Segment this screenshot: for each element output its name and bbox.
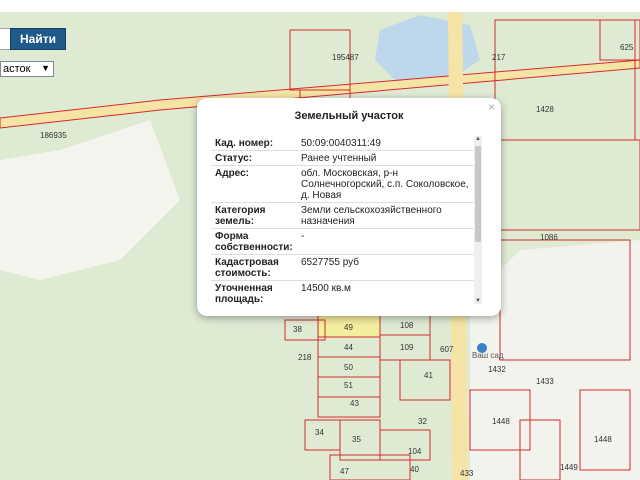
row-label: Адрес: <box>215 168 249 179</box>
scroll-down-icon[interactable]: ▼ <box>474 298 482 304</box>
row-label: Статус: <box>215 153 253 164</box>
parcel-number: 625 <box>620 43 634 52</box>
parcel-number: 607 <box>440 345 454 354</box>
parcel-number: 217 <box>492 53 506 62</box>
row-label: Категория земель: <box>215 205 266 227</box>
row-value: 6527755 руб <box>301 257 359 268</box>
parcel-number: 1428 <box>536 105 554 114</box>
table-row: Статус: Ранее учтенный <box>211 151 477 166</box>
row-value: 50:09:0040311:49 <box>301 138 381 149</box>
scrollbar-thumb[interactable] <box>475 146 481 242</box>
parcel-number: 218 <box>298 353 312 362</box>
parcel-number: 44 <box>344 343 353 352</box>
row-label: Уточненная площадь: <box>215 283 273 304</box>
row-value: обл. Московская, р-н Солнечногорский, с.… <box>301 168 469 201</box>
popup-scrollbar[interactable]: ▲ ▼ <box>474 136 482 304</box>
table-row: Форма собственности: - <box>211 229 477 255</box>
table-row: Адрес: обл. Московская, р-н Солнечногорс… <box>211 166 477 203</box>
row-value: 14500 кв.м <box>301 283 351 294</box>
parcel-number: 109 <box>400 343 414 352</box>
parcel-number: 34 <box>315 428 324 437</box>
parcel-number: 50 <box>344 363 353 372</box>
row-value: - <box>301 231 305 242</box>
close-icon[interactable]: × <box>488 100 495 114</box>
parcel-info-popup: Земельный участок × Кад. номер: 50:09:00… <box>197 98 501 316</box>
parcel-number: 108 <box>400 321 414 330</box>
parcel-number: 1433 <box>536 377 554 386</box>
table-row: Уточненная площадь: 14500 кв.м <box>211 281 477 304</box>
parcel-number: 38 <box>293 325 302 334</box>
parcel-number: 1449 <box>560 463 578 472</box>
parcel-number: 195487 <box>332 53 359 62</box>
scroll-up-icon[interactable]: ▲ <box>474 136 482 142</box>
table-row: Категория земель: Земли сельскохозяйстве… <box>211 203 477 229</box>
row-label: Форма собственности: <box>215 231 293 253</box>
object-type-select[interactable]: асток ▼ <box>0 61 54 77</box>
row-value: Земли сельскохозяйственного назначения <box>301 205 442 227</box>
parcel-number: 1432 <box>488 365 506 374</box>
parcel-number: 104 <box>408 447 422 456</box>
popup-title: Земельный участок <box>294 110 404 122</box>
parcel-number: 43 <box>350 399 359 408</box>
parcel-number: 51 <box>344 381 353 390</box>
parcel-number: 1086 <box>540 233 558 242</box>
parcel-number: 32 <box>418 417 427 426</box>
parcel-number: 40 <box>410 465 419 474</box>
parcel-number: 433 <box>460 469 474 478</box>
top-bar <box>0 0 640 12</box>
road-label: 186935 <box>40 131 67 140</box>
parcel-number: 49 <box>344 323 353 332</box>
parcel-number: 35 <box>352 435 361 444</box>
poi-label: Ваш сад <box>472 351 504 360</box>
parcel-number: 41 <box>424 371 433 380</box>
object-type-value: асток <box>3 63 31 75</box>
chevron-down-icon: ▼ <box>41 63 50 73</box>
poi-pin-icon[interactable] <box>477 343 487 353</box>
row-label: Кадастровая стоимость: <box>215 257 279 279</box>
info-table: Кад. номер: 50:09:0040311:49 Статус: Ран… <box>211 136 477 304</box>
row-value: Ранее учтенный <box>301 153 377 164</box>
row-label: Кад. номер: <box>215 138 274 149</box>
table-row: Кадастровая стоимость: 6527755 руб <box>211 255 477 281</box>
table-row: Кад. номер: 50:09:0040311:49 <box>211 136 477 151</box>
find-button[interactable]: Найти <box>10 28 66 50</box>
parcel-number: 1448 <box>492 417 510 426</box>
parcel-number: 1448 <box>594 435 612 444</box>
parcel-number: 47 <box>340 467 349 476</box>
